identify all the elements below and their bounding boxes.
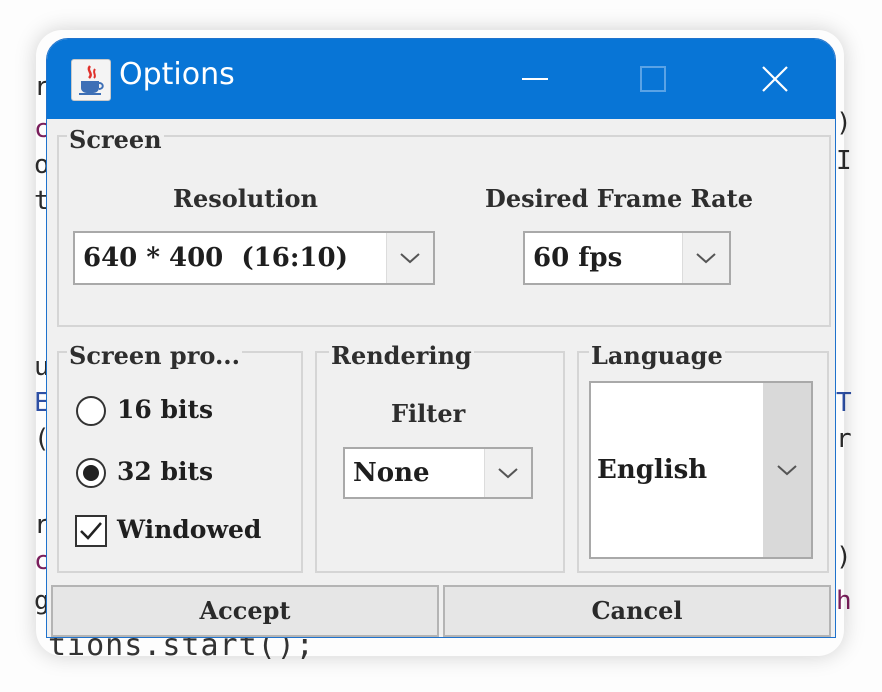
language-value: English xyxy=(597,455,708,485)
radio-unchecked-icon xyxy=(76,396,106,426)
chevron-down-icon xyxy=(777,465,797,476)
filter-value: None xyxy=(353,458,430,488)
resolution-select[interactable]: 640 * 400 (16:10) xyxy=(73,231,435,285)
filter-select[interactable]: None xyxy=(343,447,533,499)
filter-dropdown-button[interactable] xyxy=(484,449,531,497)
radio-32-bits[interactable] xyxy=(75,457,107,489)
chevron-down-icon xyxy=(498,468,518,479)
title-bar[interactable]: Options xyxy=(47,39,835,119)
filter-label: Filter xyxy=(391,399,466,428)
maximize-button[interactable] xyxy=(623,55,683,103)
language-select[interactable]: English xyxy=(589,381,813,559)
chevron-down-icon xyxy=(696,253,716,264)
frame-rate-select[interactable]: 60 fps xyxy=(523,231,731,285)
radio-16-bits[interactable] xyxy=(75,395,107,427)
checkmark-icon xyxy=(75,515,107,547)
language-group-title: Language xyxy=(589,341,725,370)
options-dialog: Options Screen Resolution 640 * 400 (16:… xyxy=(46,38,836,638)
close-button[interactable] xyxy=(745,55,805,103)
accept-button[interactable]: Accept xyxy=(51,585,439,637)
language-dropdown-button[interactable] xyxy=(763,383,811,557)
java-app-icon xyxy=(71,59,111,101)
close-icon xyxy=(762,66,788,92)
rendering-group-title: Rendering xyxy=(329,341,474,370)
frame-rate-label: Desired Frame Rate xyxy=(485,184,753,213)
cancel-button[interactable]: Cancel xyxy=(443,585,831,637)
windowed-label[interactable]: Windowed xyxy=(117,515,261,544)
frame-rate-dropdown-button[interactable] xyxy=(682,233,729,283)
maximize-icon xyxy=(640,66,666,92)
windowed-checkbox[interactable] xyxy=(75,515,107,547)
minimize-button[interactable] xyxy=(505,55,565,103)
screen-profile-group-title: Screen pro... xyxy=(67,341,243,370)
radio-16-bits-label[interactable]: 16 bits xyxy=(117,395,213,424)
resolution-value: 640 * 400 (16:10) xyxy=(83,243,348,273)
radio-checked-icon xyxy=(76,458,106,488)
radio-32-bits-label[interactable]: 32 bits xyxy=(117,457,213,486)
minimize-icon xyxy=(522,78,548,80)
frame-rate-value: 60 fps xyxy=(533,243,623,273)
resolution-label: Resolution xyxy=(173,184,318,213)
window-title: Options xyxy=(119,57,235,92)
screen-group-title: Screen xyxy=(67,125,164,154)
resolution-dropdown-button[interactable] xyxy=(386,233,433,283)
chevron-down-icon xyxy=(400,253,420,264)
